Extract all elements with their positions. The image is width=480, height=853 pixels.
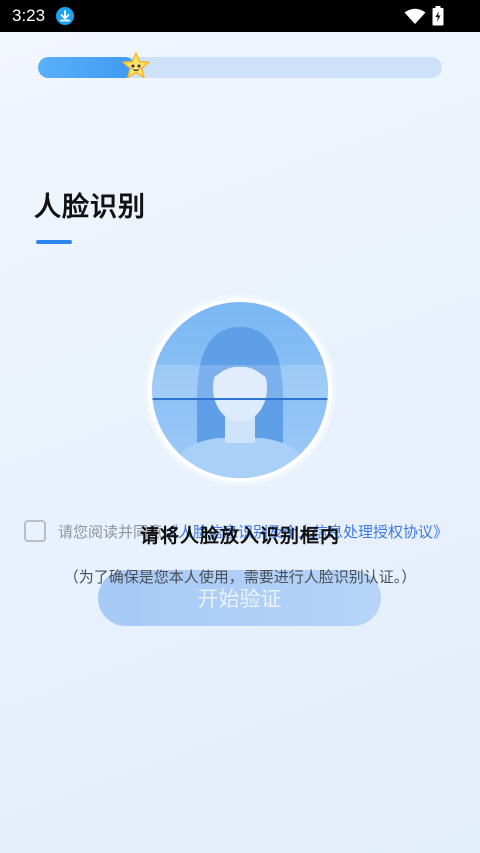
progress-bar [38,57,442,78]
page-title: 人脸识别 [34,192,146,222]
wifi-icon [404,8,426,29]
face-silhouette-icon [144,294,336,486]
face-capture-frame [143,293,337,487]
status-time: 3:23 [12,6,46,25]
face-subtext: （为了确保是您本人使用，需要进行人脸识别认证。） [63,568,417,586]
battery-icon [432,6,444,30]
star-mascot-icon [121,51,151,81]
face-instruction: 请将人脸放入识别框内 [139,525,340,547]
download-icon [56,7,74,25]
title-underline [36,240,72,244]
status-bar: 3:23 [0,0,480,32]
